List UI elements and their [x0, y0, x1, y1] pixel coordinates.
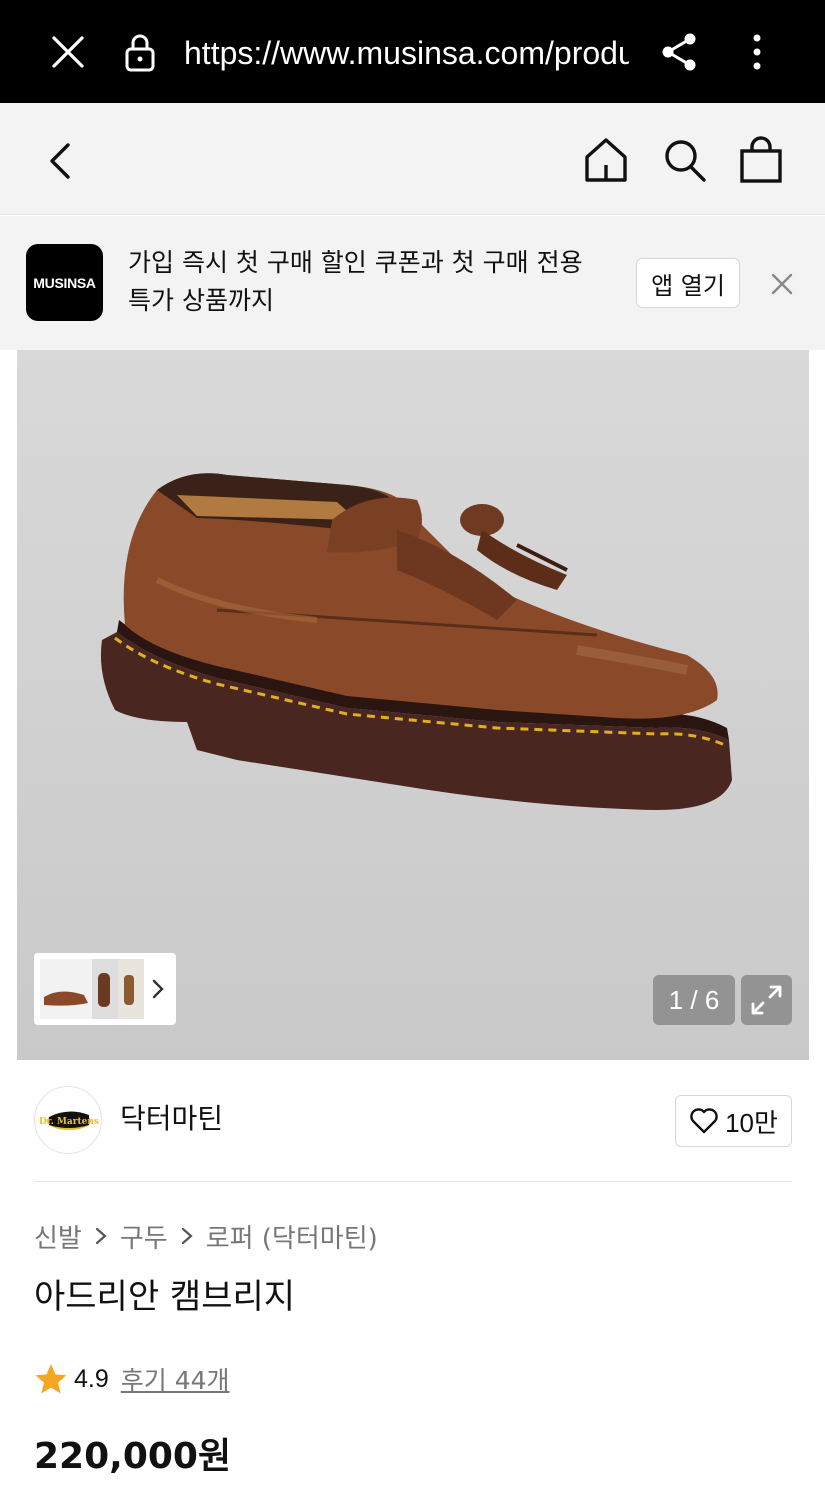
image-counter: 1 / 6 — [653, 975, 735, 1025]
lock-icon — [125, 34, 155, 72]
product-shoe-image — [100, 473, 733, 810]
home-icon[interactable] — [582, 135, 630, 185]
like-count: 10만 — [725, 1107, 778, 1138]
musinsa-logo: MUSINSA — [26, 244, 103, 321]
brand-logo[interactable]: Dr. Martens — [34, 1086, 102, 1154]
product-title: 아드리안 캠브리지 — [34, 1277, 296, 1317]
shopping-bag-icon[interactable] — [737, 135, 785, 185]
browser-bar: https://www.musinsa.com/products/ — [0, 0, 825, 103]
banner-close-icon[interactable] — [768, 270, 796, 298]
product-image-gallery[interactable]: 1 / 6 — [17, 350, 809, 1060]
review-count-link[interactable]: 후기 44개 — [121, 1361, 230, 1397]
more-vertical-icon[interactable] — [742, 30, 772, 74]
search-icon[interactable] — [660, 135, 708, 185]
share-icon[interactable] — [658, 30, 702, 74]
chevron-right-icon[interactable] — [148, 975, 168, 1003]
breadcrumb-item-loafers[interactable]: 로퍼 (닥터마틴) — [206, 1218, 378, 1255]
rating-row: 4.9 후기 44개 — [34, 1360, 230, 1398]
like-button[interactable]: 10만 — [675, 1095, 792, 1147]
thumbnail-images — [40, 959, 144, 1019]
close-icon[interactable] — [48, 32, 88, 72]
breadcrumb: 신발 구두 로퍼 (닥터마틴) — [34, 1216, 378, 1256]
brand-name[interactable]: 닥터마틴 — [120, 1099, 223, 1139]
back-icon[interactable] — [40, 139, 80, 183]
dr-martens-logo-icon: Dr. Martens — [39, 1111, 99, 1130]
rating-value: 4.9 — [74, 1364, 109, 1393]
address-bar[interactable]: https://www.musinsa.com/products/ — [184, 30, 629, 76]
brand-row: Dr. Martens 닥터마틴 10만 — [34, 1085, 792, 1155]
product-price: 220,000원 — [34, 1436, 232, 1477]
banner-message: 가입 즉시 첫 구매 할인 쿠폰과 첫 구매 전용 특가 상품까지 — [128, 248, 583, 315]
breadcrumb-item-shoes[interactable]: 신발 — [34, 1218, 82, 1255]
open-app-button[interactable]: 앱 열기 — [636, 258, 740, 308]
brand-logo-text: Dr. Martens — [39, 1117, 99, 1127]
divider — [34, 1181, 792, 1182]
chevron-right-icon — [181, 1227, 193, 1245]
thumbnail-strip[interactable] — [34, 953, 176, 1025]
app-header — [0, 103, 825, 215]
star-icon — [35, 1364, 67, 1394]
breadcrumb-item-dress-shoes[interactable]: 구두 — [120, 1218, 168, 1255]
expand-icon[interactable] — [741, 975, 792, 1025]
app-install-banner: MUSINSA 가입 즉시 첫 구매 할인 쿠폰과 첫 구매 전용 특가 상품까… — [0, 216, 825, 350]
chevron-right-icon — [95, 1227, 107, 1245]
heart-icon — [690, 1108, 718, 1134]
